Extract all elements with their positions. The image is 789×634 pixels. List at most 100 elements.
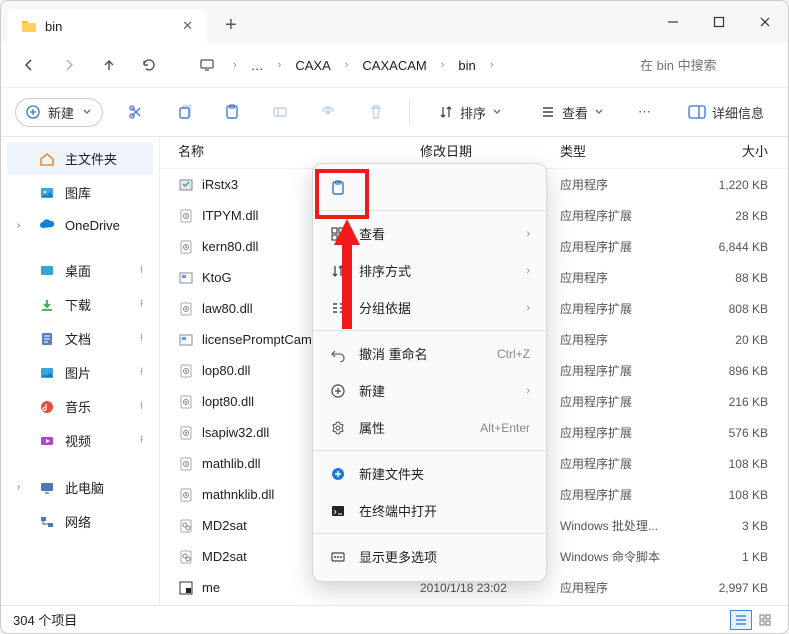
col-date[interactable]: 修改日期 (420, 141, 560, 160)
ctx-paste-icon-row[interactable] (313, 170, 546, 206)
sidebar-item-thispc[interactable]: ›此电脑 (7, 471, 153, 504)
sidebar-item-music[interactable]: 音乐⟊ (7, 390, 153, 423)
copy-button[interactable] (169, 97, 199, 127)
share-button[interactable] (313, 97, 343, 127)
pc-icon[interactable] (189, 49, 225, 81)
chevron-right-icon: › (526, 265, 530, 277)
view-details-icon[interactable] (730, 610, 752, 630)
ctx-undo[interactable]: 撤消 重命名Ctrl+Z (313, 335, 546, 372)
sidebar: 主文件夹 图库 ›OneDrive 桌面⟊ 下载⟊ 文档⟊ 图片⟊ 音乐⟊ 视频… (1, 137, 160, 605)
file-size: 1 KB (692, 550, 780, 564)
new-label: 新建 (48, 103, 74, 122)
rename-button[interactable] (265, 97, 295, 127)
file-icon (178, 549, 194, 565)
chevron-right-icon: › (526, 228, 530, 240)
sidebar-item-home[interactable]: 主文件夹 (7, 142, 153, 175)
file-type: Windows 批处理... (560, 517, 692, 534)
chevron-right-icon[interactable]: › (17, 220, 29, 231)
file-type: 应用程序 (560, 269, 692, 286)
sidebar-item-gallery[interactable]: 图库 (7, 176, 153, 209)
item-count: 304 个项目 (13, 610, 77, 629)
file-size: 88 KB (692, 271, 780, 285)
file-icon (178, 487, 194, 503)
file-size: 108 KB (692, 457, 780, 471)
sidebar-item-videos[interactable]: 视频⟊ (7, 424, 153, 457)
new-tab-button[interactable]: + (217, 10, 245, 41)
file-name: KtoG (202, 270, 232, 285)
details-panel-button[interactable]: 详细信息 (678, 97, 774, 128)
forward-button[interactable] (51, 49, 87, 81)
network-icon (39, 514, 55, 530)
file-icon (178, 363, 194, 379)
back-button[interactable] (11, 49, 47, 81)
sidebar-item-onedrive[interactable]: ›OneDrive (7, 210, 153, 240)
file-icon (178, 580, 194, 596)
file-size: 896 KB (692, 364, 780, 378)
file-icon (178, 456, 194, 472)
context-menu: 查看› 排序方式› 分组依据› 撤消 重命名Ctrl+Z 新建› 属性Alt+E… (312, 163, 547, 582)
file-name: lsapiw32.dll (202, 425, 269, 440)
music-icon (39, 399, 55, 415)
close-tab-icon[interactable]: ✕ (182, 18, 193, 34)
ctx-sort[interactable]: 排序方式› (313, 252, 546, 289)
view-icon (329, 225, 347, 243)
cut-button[interactable] (121, 97, 151, 127)
file-name: lopt80.dll (202, 394, 254, 409)
tab-bin[interactable]: bin ✕ (7, 9, 207, 43)
documents-icon (39, 331, 55, 347)
sidebar-item-network[interactable]: 网络 (7, 505, 153, 538)
col-type[interactable]: 类型 (560, 141, 692, 160)
details-label: 详细信息 (712, 103, 764, 122)
minimize-button[interactable] (650, 1, 696, 43)
file-icon (178, 270, 194, 286)
ctx-group[interactable]: 分组依据› (313, 289, 546, 326)
ctx-more[interactable]: 显示更多选项 (313, 538, 546, 575)
sidebar-item-pictures[interactable]: 图片⟊ (7, 356, 153, 389)
file-size: 6,844 KB (692, 240, 780, 254)
pin-icon: ⟊ (140, 400, 143, 413)
ctx-view[interactable]: 查看› (313, 215, 546, 252)
search-input[interactable] (632, 50, 772, 80)
pin-icon: ⟊ (140, 332, 143, 345)
new-button[interactable]: 新建 (15, 98, 103, 127)
chevron-right-icon: › (526, 302, 530, 314)
chevron-right-icon: › (229, 59, 241, 71)
sidebar-item-documents[interactable]: 文档⟊ (7, 322, 153, 355)
sort-button[interactable]: 排序 (428, 97, 512, 128)
close-window-button[interactable] (742, 1, 788, 43)
up-button[interactable] (91, 49, 127, 81)
file-size: 1,220 KB (692, 178, 780, 192)
ctx-new[interactable]: 新建› (313, 372, 546, 409)
breadcrumb-ellipsis[interactable]: … (245, 54, 270, 77)
sidebar-item-downloads[interactable]: 下载⟊ (7, 288, 153, 321)
file-name: iRstx3 (202, 177, 238, 192)
file-name: me (202, 580, 220, 595)
file-name: mathnklib.dll (202, 487, 274, 502)
col-size[interactable]: 大小 (692, 141, 780, 160)
chevron-right-icon: › (526, 385, 530, 397)
ctx-newfolder[interactable]: 新建文件夹 (313, 455, 546, 492)
col-name[interactable]: 名称 (168, 141, 420, 160)
view-large-icon[interactable] (754, 610, 776, 630)
refresh-button[interactable] (131, 49, 167, 81)
ctx-terminal[interactable]: 在终端中打开 (313, 492, 546, 529)
paste-icon (329, 179, 347, 197)
sidebar-item-desktop[interactable]: 桌面⟊ (7, 254, 153, 287)
breadcrumb-caxacam[interactable]: CAXACAM (356, 54, 432, 77)
maximize-button[interactable] (696, 1, 742, 43)
more-button[interactable]: ⋯ (632, 98, 657, 126)
ctx-properties[interactable]: 属性Alt+Enter (313, 409, 546, 446)
delete-button[interactable] (361, 97, 391, 127)
file-size: 808 KB (692, 302, 780, 316)
paste-button[interactable] (217, 97, 247, 127)
file-type: 应用程序扩展 (560, 486, 692, 503)
breadcrumb-bin[interactable]: bin (452, 54, 481, 77)
chevron-right-icon[interactable]: › (17, 482, 29, 493)
properties-icon (329, 419, 347, 437)
file-type: 应用程序 (560, 579, 692, 596)
file-type: Windows 命令脚本 (560, 548, 692, 565)
breadcrumb-caxa[interactable]: CAXA (289, 54, 336, 77)
file-type: 应用程序扩展 (560, 424, 692, 441)
pictures-icon (39, 365, 55, 381)
view-button[interactable]: 查看 (530, 97, 614, 128)
